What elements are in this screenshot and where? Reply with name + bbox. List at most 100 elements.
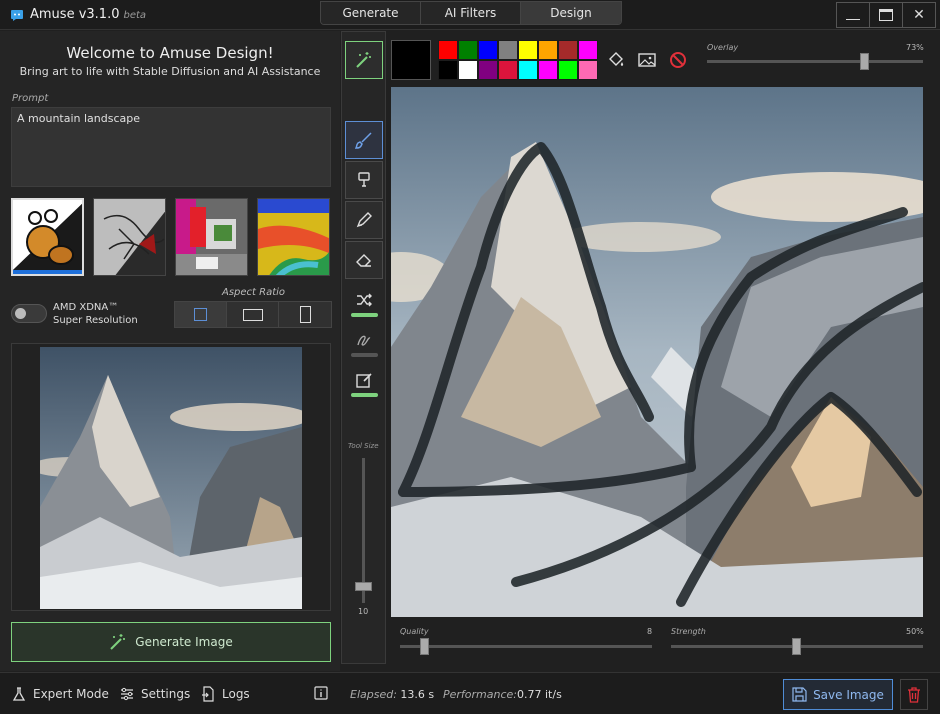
color-swatch[interactable] [458, 60, 478, 80]
elapsed-value: 13.6 s [400, 688, 435, 701]
painted-preset-image [258, 199, 329, 275]
color-swatch[interactable] [558, 60, 578, 80]
color-swatch[interactable] [518, 60, 538, 80]
color-swatch[interactable] [558, 40, 578, 60]
image-icon [638, 53, 656, 67]
tab-ai-filters[interactable]: AI Filters [421, 2, 521, 24]
color-swatch[interactable] [498, 60, 518, 80]
result-image[interactable] [40, 347, 302, 609]
welcome-subtitle: Bring art to life with Stable Diffusion … [19, 65, 321, 78]
preset-line-art[interactable] [93, 198, 166, 276]
color-swatch[interactable] [478, 40, 498, 60]
design-canvas[interactable] [391, 87, 923, 617]
expert-mode-label: Expert Mode [33, 687, 109, 701]
aspect-portrait-button[interactable] [279, 302, 331, 327]
tab-generate[interactable]: Generate [321, 2, 421, 24]
left-panel: Welcome to Amuse Design! Bring art to li… [0, 31, 340, 671]
settings-label: Settings [141, 687, 191, 701]
save-icon [792, 687, 807, 702]
result-preview-frame [11, 343, 331, 611]
color-swatch[interactable] [498, 40, 518, 60]
color-swatch[interactable] [538, 60, 558, 80]
color-swatch[interactable] [458, 40, 478, 60]
xdna-label-line2: Super Resolution [53, 315, 138, 326]
fill-bucket-button[interactable] [606, 50, 626, 70]
aspect-ratio-selector [174, 301, 332, 328]
xdna-toggle[interactable] [11, 304, 47, 323]
color-swatch[interactable] [438, 60, 458, 80]
sliders-icon [121, 687, 133, 701]
quality-label: Quality [400, 627, 429, 636]
eraser-icon [356, 254, 371, 267]
portrait-icon [299, 306, 311, 323]
performance-value: 0.77 it/s [517, 688, 562, 701]
preset-color-blocks[interactable] [175, 198, 248, 276]
info-button[interactable] [314, 686, 328, 700]
overlay-slider[interactable] [707, 60, 923, 63]
toggle-knob [15, 308, 26, 319]
quality-knob[interactable] [420, 638, 430, 655]
close-icon: ✕ [913, 7, 925, 23]
maximize-button[interactable] [869, 2, 903, 28]
landscape-icon [242, 308, 263, 321]
squiggle-icon [357, 335, 371, 346]
delete-button[interactable] [900, 679, 928, 710]
save-image-label: Save Image [813, 687, 884, 702]
prompt-input[interactable]: A mountain landscape [11, 107, 331, 187]
trash-icon [908, 686, 920, 703]
tool-size-value: 10 [358, 607, 369, 616]
color-swatch[interactable] [578, 40, 598, 60]
line-art-preset-image [94, 199, 165, 275]
magic-wand-icon [356, 52, 371, 68]
flask-icon [12, 687, 26, 701]
aspect-landscape-button[interactable] [227, 302, 279, 327]
prohibit-icon [670, 52, 686, 68]
minimize-button[interactable] [836, 2, 870, 28]
color-swatch[interactable] [478, 60, 498, 80]
welcome-title: Welcome to Amuse Design! [66, 44, 274, 62]
square-icon [194, 308, 207, 321]
expert-mode-button[interactable]: Expert Mode [11, 686, 109, 702]
stamp-tool[interactable] [345, 161, 383, 199]
color-swatch[interactable] [518, 40, 538, 60]
color-swatch[interactable] [438, 40, 458, 60]
brush-tool[interactable] [345, 121, 383, 159]
aspect-square-button[interactable] [175, 302, 227, 327]
mode-tabs: Generate AI Filters Design [320, 1, 622, 25]
preset-sketch[interactable] [11, 198, 84, 276]
settings-button[interactable]: Settings [119, 686, 190, 702]
current-color-swatch[interactable] [391, 40, 431, 80]
color-swatch[interactable] [538, 40, 558, 60]
generated-mountain-image [40, 347, 302, 609]
color-palette [438, 40, 598, 80]
window-controls: ✕ [836, 2, 936, 28]
log-file-icon [202, 686, 214, 702]
info-icon [314, 686, 328, 700]
clear-canvas-button[interactable] [668, 50, 688, 70]
elapsed-label: Elapsed: [350, 688, 397, 701]
close-button[interactable]: ✕ [902, 2, 936, 28]
aspect-ratio-label: Aspect Ratio [222, 287, 286, 298]
generate-image-button[interactable]: Generate Image [11, 622, 331, 662]
preset-painted[interactable] [257, 198, 330, 276]
sketch-preset-image [13, 200, 82, 274]
edit-indicator [351, 393, 378, 397]
magic-wand-tool[interactable] [345, 41, 383, 79]
performance-stat: Performance:0.77 it/s [443, 688, 562, 701]
tab-design[interactable]: Design [521, 2, 621, 24]
brush-icon [355, 132, 372, 149]
save-image-button[interactable]: Save Image [783, 679, 893, 710]
overlay-knob[interactable] [859, 53, 869, 70]
performance-label: Performance: [443, 688, 517, 701]
pen-tool[interactable] [345, 201, 383, 239]
xdna-label-line1: AMD XDNA™ [53, 302, 119, 313]
canvas-image [391, 87, 923, 617]
tool-size-knob[interactable] [355, 582, 372, 591]
strength-knob[interactable] [792, 638, 801, 655]
quality-slider[interactable] [400, 645, 652, 648]
style-presets [11, 198, 330, 276]
logs-button[interactable]: Logs [200, 686, 250, 702]
image-button[interactable] [637, 50, 657, 70]
color-swatch[interactable] [578, 60, 598, 80]
eraser-tool[interactable] [345, 241, 383, 279]
